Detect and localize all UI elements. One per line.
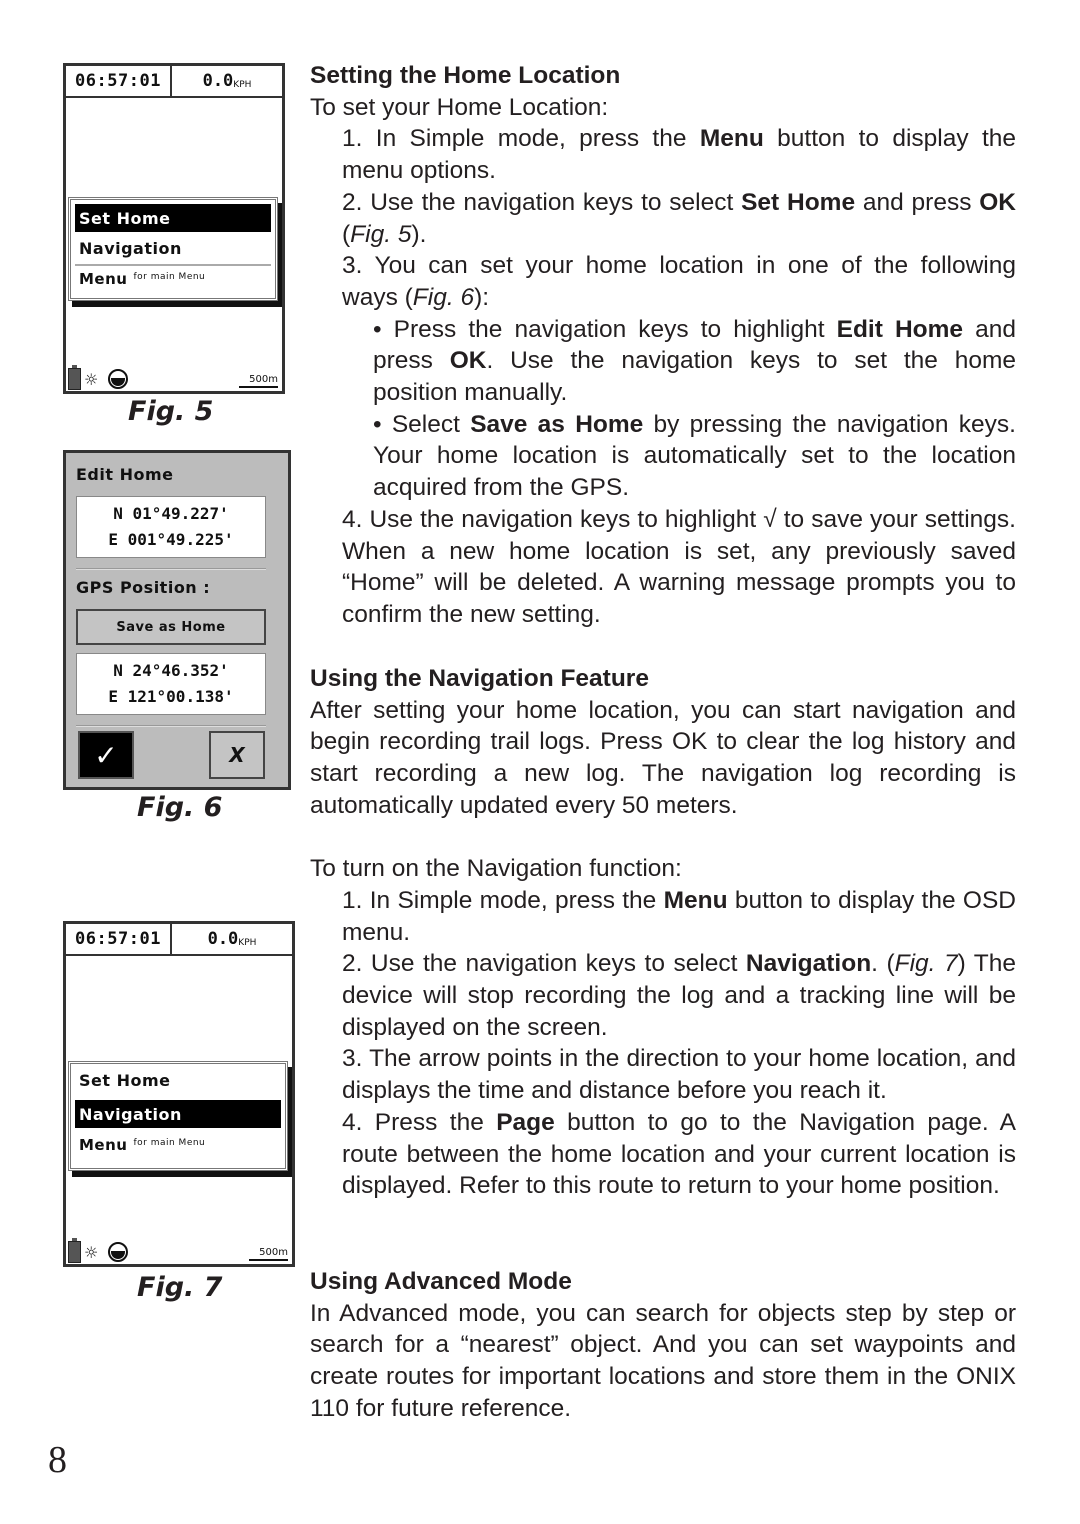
fig7-popup-menu: Set Home Navigation Menu for main Menu [68,1061,288,1171]
fig7-menu-item-set-home[interactable]: Set Home [75,1066,281,1094]
fig5-speed: 0.0 KPH [172,66,282,96]
battery-icon [68,365,81,390]
home-step-1: 1. In Simple mode, press the Menu button… [342,125,1017,185]
advanced-mode-section: Using Advanced Mode In Advanced mode, yo… [310,1266,1016,1425]
fig5-menu-divider [75,264,271,266]
fig7-clock: 06:57:01 [66,924,172,954]
page-number: 8 [48,1439,67,1481]
close-icon: X [229,743,245,767]
section-heading: Setting the Home Location [310,62,621,89]
nav-step-4: 4. Press the Page button to go to the Na… [342,1108,1016,1200]
fig7-menu-label: Menu [79,1136,128,1154]
fig5-popup-menu: Set Home Navigation Menu for main Menu [68,197,278,301]
home-longitude: E 001°49.225' [108,530,234,549]
nav-step-1: 1. In Simple mode, press the Menu button… [342,886,1017,946]
gps-coordinates-box: N 24°46.352' E 121°00.138' [76,653,266,715]
checkmark-icon: ✓ [94,738,118,772]
edit-home-label[interactable]: Edit Home [76,465,174,484]
cancel-x-button[interactable]: X [209,731,265,779]
fig7-speed-unit: KPH [238,938,257,948]
fig5-status-bar: ☼ 500m [66,365,282,391]
fig5-menu-hint: for main Menu [133,272,206,282]
fig7-caption: Fig. 7 [137,1272,223,1303]
setting-home-section: Setting the Home Location To set your Ho… [310,60,1016,631]
compass-icon [108,1242,128,1262]
section-heading: Using Advanced Mode [310,1268,572,1295]
fig7-device-screen: 06:57:01 0.0 KPH Set Home Navigation Menu… [63,921,295,1267]
home-step-3: 3. You can set your home location in one… [342,252,1016,311]
gps-position-label: GPS Position : [76,578,211,597]
confirm-checkmark-button[interactable]: ✓ [78,731,134,779]
section-heading: Using the Navigation Feature [310,665,649,692]
nav-step-3: 3. The arrow points in the direction to … [342,1045,1016,1105]
home-bullet-save: • Select Save as Home by pressing the na… [373,410,1016,502]
fig6-divider [76,568,266,570]
fig5-caption: Fig. 5 [128,396,214,427]
home-step-4: 4. Use the navigation keys to highlight … [342,505,1016,628]
backlight-icon: ☼ [84,370,99,389]
fig7-status-bar: ☼ 500m [66,1238,292,1264]
fig5-menu-item-navigation[interactable]: Navigation [75,234,271,262]
home-intro: To set your Home Location: [310,93,609,121]
fig7-menu-item-navigation[interactable]: Navigation [75,1100,281,1128]
fig7-menu-hint: for main Menu [133,1138,206,1148]
navigation-section: Using the Navigation Feature After setti… [310,663,1016,1202]
fig7-top-bar: 06:57:01 0.0 KPH [66,924,292,956]
fig5-clock: 06:57:01 [66,66,172,96]
navigation-body: After setting your home location, you ca… [310,696,1016,819]
fig7-map-scale: 500m [249,1247,288,1261]
fig5-menu-label: Menu [79,270,128,288]
fig5-menu-item-set-home[interactable]: Set Home [75,204,271,232]
fig6-divider-2 [76,725,266,727]
fig7-menu-item-main-menu[interactable]: Menu for main Menu [79,1136,205,1154]
backlight-icon: ☼ [84,1243,99,1262]
home-bullet-edit: • Press the navigation keys to highlight… [373,315,1017,407]
fig5-speed-unit: KPH [233,80,252,90]
gps-latitude: N 24°46.352' [113,661,229,680]
fig5-map-scale: 500m [239,374,278,388]
advanced-body: In Advanced mode, you can search for obj… [310,1299,1016,1422]
fig5-device-screen: 06:57:01 0.0 KPH Set Home Navigation Menu… [63,63,285,394]
fig6-caption: Fig. 6 [137,792,223,823]
fig7-speed: 0.0 KPH [172,924,292,954]
home-coordinates-box[interactable]: N 01°49.227' E 001°49.225' [76,496,266,558]
fig5-top-bar: 06:57:01 0.0 KPH [66,66,282,98]
home-latitude: N 01°49.227' [113,504,229,523]
save-as-home-button[interactable]: Save as Home [76,609,266,645]
fig5-menu-item-main-menu[interactable]: Menu for main Menu [79,270,205,288]
fig7-speed-value: 0.0 [207,929,239,949]
nav-step-2: 2. Use the navigation keys to select Nav… [342,950,1016,1041]
home-step-2: 2. Use the navigation keys to select Set… [342,188,1016,248]
compass-icon [108,369,128,389]
fig6-device-screen: Edit Home N 01°49.227' E 001°49.225' GPS… [63,450,291,790]
navigation-intro: To turn on the Navigation function: [310,855,682,883]
battery-icon [68,1238,81,1263]
gps-longitude: E 121°00.138' [108,687,234,706]
fig5-speed-value: 0.0 [202,71,234,91]
